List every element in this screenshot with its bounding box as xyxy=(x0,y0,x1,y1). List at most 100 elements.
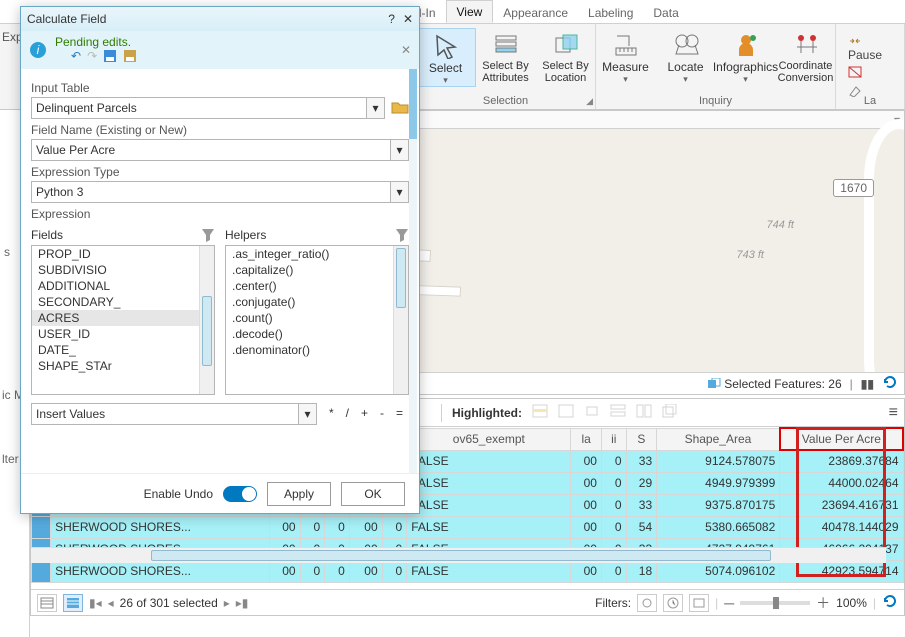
undo-icon[interactable]: ↶ xyxy=(71,49,81,66)
next-record-icon[interactable]: ▸ xyxy=(224,596,230,610)
show-selected-records-button[interactable] xyxy=(63,594,83,612)
table-refresh-icon[interactable] xyxy=(882,593,898,612)
measure-button[interactable]: Measure▾ xyxy=(596,28,656,85)
enable-undo-toggle[interactable] xyxy=(223,486,257,502)
selection-group-label: Selection xyxy=(416,95,595,107)
zoom-in-icon[interactable]: ＋ xyxy=(816,593,830,613)
input-table-dropdown-icon[interactable]: ▾ xyxy=(367,97,385,119)
refresh-icon[interactable] xyxy=(882,374,898,393)
select-by-attributes-button[interactable]: Select By Attributes xyxy=(476,28,536,84)
zoom-out-icon[interactable]: ─ xyxy=(724,595,734,611)
close-icon[interactable]: ✕ xyxy=(403,12,413,26)
tab-view[interactable]: View xyxy=(446,0,494,23)
reselect-hl-icon[interactable] xyxy=(636,404,652,421)
filter-icon[interactable] xyxy=(201,228,215,242)
selection-launcher-icon[interactable]: ◢ xyxy=(586,96,593,107)
column-header[interactable]: S xyxy=(626,428,657,450)
insert-values-dropdown-icon[interactable]: ▾ xyxy=(299,403,317,425)
op-equals[interactable]: = xyxy=(396,406,403,420)
elev-label: 743 ft xyxy=(736,249,764,261)
expr-type-dropdown-icon[interactable]: ▾ xyxy=(391,181,409,203)
locate-button[interactable]: Locate▾ xyxy=(656,28,716,85)
pause-button[interactable]: Pause xyxy=(848,34,892,62)
measure-label: Measure xyxy=(602,60,649,74)
helpers-item[interactable]: .denominator() xyxy=(226,342,408,358)
column-header[interactable]: Shape_Area xyxy=(657,428,780,450)
expr-type-field[interactable] xyxy=(31,181,391,203)
column-header[interactable]: la xyxy=(571,428,602,450)
filter-icon[interactable] xyxy=(395,228,409,242)
lock-icon[interactable] xyxy=(848,66,892,81)
pending-banner: i Pending edits. ↶ ↷ ✕ xyxy=(21,31,419,69)
column-header[interactable]: ov65_exempt xyxy=(407,428,571,450)
column-header[interactable]: ii xyxy=(601,428,626,450)
table-row[interactable]: SHERWOOD SHORES...0000000FALSE000185074.… xyxy=(32,560,904,582)
left-cut-s: s xyxy=(0,245,22,259)
column-header[interactable]: Value Per Acre xyxy=(780,428,903,450)
coordinate-conversion-button[interactable]: Coordinate Conversion xyxy=(776,28,836,84)
svg-text:i: i xyxy=(37,43,40,57)
helpers-item[interactable]: .count() xyxy=(226,310,408,326)
copy-hl-icon[interactable] xyxy=(662,404,678,421)
helpers-item[interactable]: .as_integer_ratio() xyxy=(226,246,408,262)
select-hl-icon[interactable] xyxy=(532,404,548,421)
expression-label: Expression xyxy=(31,207,409,221)
info-icon: i xyxy=(29,41,47,59)
pan-hl-icon[interactable] xyxy=(584,404,600,421)
discard-edits-icon[interactable] xyxy=(123,49,137,66)
fields-item[interactable]: SHAPE_STAr xyxy=(32,358,214,374)
browse-icon[interactable] xyxy=(391,99,409,118)
zoom-hl-icon[interactable] xyxy=(558,404,574,421)
last-record-icon[interactable]: ▸▮ xyxy=(236,596,249,610)
dialog-titlebar[interactable]: Calculate Field ? ✕ xyxy=(21,7,419,31)
apply-button[interactable]: Apply xyxy=(267,482,331,506)
tab-data[interactable]: Data xyxy=(643,2,688,23)
infographics-button[interactable]: Infographics▾ xyxy=(716,28,776,85)
show-all-records-button[interactable] xyxy=(37,594,57,612)
table-row[interactable]: SHERWOOD SHORES...0000000FALSE000545380.… xyxy=(32,516,904,538)
filter-range-icon[interactable] xyxy=(689,594,709,612)
pause-drawing-icon[interactable]: ▮▮ xyxy=(861,377,874,391)
helpers-item[interactable]: .conjugate() xyxy=(226,294,408,310)
fields-item[interactable]: PROP_ID xyxy=(32,246,214,262)
helpers-list[interactable]: .as_integer_ratio().capitalize().center(… xyxy=(225,245,409,395)
insert-values-field[interactable] xyxy=(31,403,299,425)
op-minus[interactable]: - xyxy=(380,406,384,420)
horizontal-scrollbar[interactable] xyxy=(31,547,886,563)
help-icon[interactable]: ? xyxy=(388,12,395,26)
filters-label: Filters: xyxy=(595,596,631,610)
zoom-value: 100% xyxy=(836,596,867,610)
op-plus[interactable]: + xyxy=(361,406,368,420)
ok-button[interactable]: OK xyxy=(341,482,405,506)
field-name-dropdown-icon[interactable]: ▾ xyxy=(391,139,409,161)
fields-item[interactable]: DATE_ xyxy=(32,342,214,358)
save-edits-icon[interactable] xyxy=(103,49,117,66)
banner-close-icon[interactable]: ✕ xyxy=(401,43,411,57)
route-shield: 1670 xyxy=(833,179,874,197)
prev-record-icon[interactable]: ◂ xyxy=(108,596,114,610)
tab-appearance[interactable]: Appearance xyxy=(493,2,578,23)
select-button[interactable]: Select ▾ xyxy=(416,28,476,87)
field-name-field[interactable] xyxy=(31,139,391,161)
redo-icon[interactable]: ↷ xyxy=(87,49,97,66)
tab-labeling[interactable]: Labeling xyxy=(578,2,643,23)
filter-extent-icon[interactable] xyxy=(637,594,657,612)
op-multiply[interactable]: * xyxy=(329,406,334,420)
table-menu-icon[interactable]: ≡ xyxy=(889,404,898,422)
filter-time-icon[interactable] xyxy=(663,594,683,612)
fields-list[interactable]: PROP_IDSUBDIVISIOADDITIONALSECONDARY_ACR… xyxy=(31,245,215,395)
op-divide[interactable]: / xyxy=(346,406,349,420)
input-table-field[interactable] xyxy=(31,97,367,119)
helpers-item[interactable]: .center() xyxy=(226,278,408,294)
fields-item[interactable]: ADDITIONAL xyxy=(32,278,214,294)
helpers-item[interactable]: .decode() xyxy=(226,326,408,342)
select-by-location-button[interactable]: Select By Location xyxy=(536,28,596,84)
helpers-item[interactable]: .capitalize() xyxy=(226,262,408,278)
fields-item[interactable]: ACRES xyxy=(32,310,214,326)
fields-item[interactable]: USER_ID xyxy=(32,326,214,342)
selected-features-label[interactable]: Selected Features: 26 xyxy=(707,377,842,391)
first-record-icon[interactable]: ▮◂ xyxy=(89,596,102,610)
fields-item[interactable]: SECONDARY_ xyxy=(32,294,214,310)
fields-item[interactable]: SUBDIVISIO xyxy=(32,262,214,278)
unselect-hl-icon[interactable] xyxy=(610,404,626,421)
